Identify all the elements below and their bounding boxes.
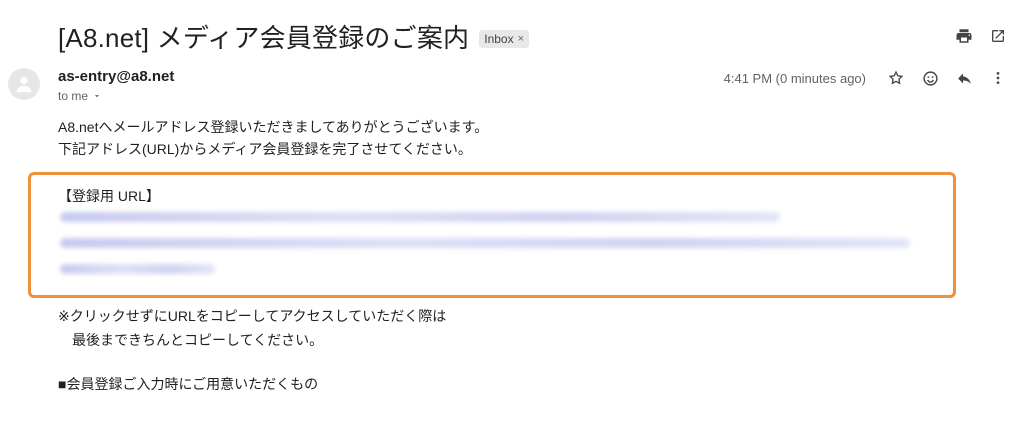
print-icon[interactable] <box>954 26 974 46</box>
recipients-toggle[interactable]: to me <box>58 89 174 103</box>
remove-label-button[interactable]: × <box>518 33 524 45</box>
avatar-person-icon <box>16 76 32 93</box>
avatar[interactable] <box>8 68 40 100</box>
more-vert-icon[interactable] <box>988 68 1008 88</box>
message-actions: 4:41 PM (0 minutes ago) <box>724 68 1008 88</box>
note-line-2: 最後まできちんとコピーしてください。 <box>72 332 324 348</box>
email-subject: [A8.net] メディア会員登録のご案内 <box>58 23 470 53</box>
emoji-icon[interactable] <box>920 68 940 88</box>
section-heading: ■会員登録ご入力時にご用意いただくもの <box>58 376 319 392</box>
sender-email[interactable]: as-entry@a8.net <box>58 68 174 85</box>
email-view: [A8.net] メディア会員登録のご案内 Inbox × as-entry@a… <box>0 0 1024 427</box>
registration-url-highlight <box>28 172 956 298</box>
open-in-new-window-icon[interactable] <box>988 26 1008 46</box>
registration-url-label: 【登録用 URL】 <box>58 188 160 204</box>
note-line-1: ※クリックせずにURLをコピーしてアクセスしていただく際は <box>58 308 447 324</box>
subject-row: [A8.net] メディア会員登録のご案内 Inbox × <box>58 18 530 55</box>
message-timestamp: 4:41 PM (0 minutes ago) <box>723 70 866 86</box>
recipient-text: to me <box>58 89 89 103</box>
registration-url-link[interactable] <box>60 238 910 248</box>
email-body-intro: A8.netへメールアドレス登録いただきましてありがとうございます。 下記アドレ… <box>58 116 488 160</box>
chevron-down-icon <box>94 95 100 98</box>
registration-url-link[interactable] <box>60 264 215 274</box>
inbox-label-text: Inbox <box>484 31 514 46</box>
body-line-2: 下記アドレス(URL)からメディア会員登録を完了させてください。 <box>58 141 472 157</box>
body-line-1: A8.netへメールアドレス登録いただきましてありがとうございます。 <box>58 119 489 135</box>
registration-url-link[interactable] <box>60 212 780 222</box>
star-icon[interactable] <box>886 68 906 88</box>
inbox-label-chip[interactable]: Inbox × <box>479 29 530 48</box>
reply-icon[interactable] <box>954 68 974 88</box>
sender-block: as-entry@a8.net to me <box>58 68 174 103</box>
copy-note: ※クリックせずにURLをコピーしてアクセスしていただく際は 最後まできちんとコピ… <box>58 304 446 352</box>
top-toolbar <box>954 26 1008 46</box>
